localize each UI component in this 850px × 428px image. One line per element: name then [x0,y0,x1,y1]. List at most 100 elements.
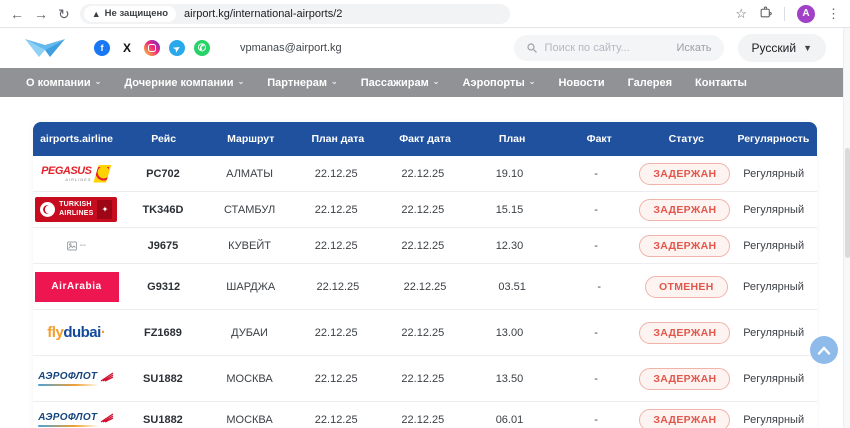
broken-image-placeholder: -- [66,240,86,252]
main-navigation: О компании ⌄ Дочерние компании ⌄ Партнер… [0,68,850,97]
plan-date: 22.12.25 [293,240,380,252]
whatsapp-icon[interactable]: ✆ [194,40,210,56]
nav-item-passengers[interactable]: Пассажирам ⌄ [361,77,440,89]
security-badge-label: Не защищено [105,8,168,19]
status-badge: ЗАДЕРЖАН [639,235,730,257]
status-badge: ЗАДЕРЖАН [639,199,730,221]
scrollbar-thumb[interactable] [845,148,850,258]
status-cell: ЗАДЕРЖАН [639,409,730,428]
aeroflot-wing-icon [100,372,114,382]
chevron-down-icon: ⌄ [529,77,536,86]
table-row: АЭРОФЛОТ SU1882 МОСКВА 22.12.25 22.12.25… [33,402,817,428]
fact-date: 22.12.25 [380,327,467,339]
regularity: Регулярный [730,240,817,252]
language-selector[interactable]: Русский ▼ [738,34,826,62]
telegram-icon[interactable]: ➤ [169,40,185,56]
refresh-icon[interactable]: ↻ [58,7,70,21]
aeroflot-logo: АЭРОФЛОТ [38,371,114,386]
nav-item-contacts[interactable]: Контакты [695,77,747,89]
fact-time: - [553,414,640,426]
chevron-down-icon: ⌄ [433,77,440,86]
fact-date: 22.12.25 [380,414,467,426]
table-row: AirArabia G9312 ШАРДЖА 22.12.25 22.12.25… [33,264,817,310]
nav-item-news[interactable]: Новости [558,77,604,89]
flight-number: TK346D [120,204,207,216]
flight-number: G9312 [120,281,207,293]
table-row: PEGASUS AIRLINES PC702 АЛМАТЫ 22.12.25 2… [33,156,817,192]
status-badge: ОТМЕНЕН [645,276,728,298]
search-submit-button[interactable]: Искать [676,42,711,54]
plan-date: 22.12.25 [293,327,380,339]
airport-logo[interactable] [24,37,66,59]
chevron-down-icon: ⌄ [238,77,245,86]
flight-number: SU1882 [120,414,207,426]
route: МОСКВА [206,373,293,385]
status-cell: ЗАДЕРЖАН [639,199,730,221]
plan-time: 03.51 [469,281,556,293]
forward-icon[interactable]: → [34,7,48,21]
status-badge: ЗАДЕРЖАН [639,163,730,185]
regularity: Регулярный [730,168,817,180]
x-twitter-icon[interactable]: X [119,40,135,56]
nav-item-gallery[interactable]: Галерея [628,77,672,89]
chevron-up-icon [817,346,831,355]
plan-time: 19.10 [466,168,553,180]
fact-time: - [553,240,640,252]
fact-time: - [553,168,640,180]
nav-item-airports[interactable]: Аэропорты ⌄ [462,77,535,89]
column-header-fact-date: Факт дата [381,133,468,145]
warning-icon: ▲ [92,9,101,19]
plan-date: 22.12.25 [293,414,380,426]
social-links: f X ➤ ✆ [94,40,210,56]
flight-number: SU1882 [120,373,207,385]
instagram-icon[interactable] [144,40,160,56]
fact-date: 22.12.25 [380,168,467,180]
url-text: airport.kg/international-airports/2 [184,8,342,20]
chevron-down-icon: ⌄ [331,77,338,86]
route: МОСКВА [206,414,293,426]
airline-logo-cell: PEGASUS AIRLINES [33,165,120,183]
column-header-regularity: Регулярность [730,133,817,145]
column-header-flight: Рейс [120,133,207,145]
airline-logo-cell: АЭРОФЛОТ [33,412,120,427]
route: КУВЕЙТ [206,240,293,252]
airline-logo-cell: -- [33,240,120,252]
plan-date: 22.12.25 [293,168,380,180]
column-header-route: Маршрут [207,133,294,145]
nav-item-subsidiaries[interactable]: Дочерние компании ⌄ [124,77,244,89]
regularity: Регулярный [730,204,817,216]
profile-avatar[interactable]: A [797,5,815,23]
flights-table: airports.airline Рейс Маршрут План дата … [33,122,817,428]
table-row: -- J9675 КУВЕЙТ 22.12.25 22.12.25 12.30 … [33,228,817,264]
fact-date: 22.12.25 [380,204,467,216]
star-emblem-icon: ✦ [97,200,112,219]
security-badge[interactable]: ▲ Не защищено [84,6,176,22]
regularity: Регулярный [730,373,817,385]
browser-menu-icon[interactable]: ⋮ [827,7,840,20]
scroll-to-top-button[interactable] [810,336,838,364]
fact-date: 22.12.25 [380,373,467,385]
turkish-airlines-logo: TURKISH AIRLINES ✦ [35,197,117,222]
facebook-icon[interactable]: f [94,40,110,56]
regularity: Регулярный [730,327,817,339]
plan-date: 22.12.25 [293,373,380,385]
fact-date: 22.12.25 [381,281,468,293]
flight-number: PC702 [120,168,207,180]
column-header-plan-date: План дата [294,133,381,145]
extensions-icon[interactable] [759,6,772,21]
scrollbar[interactable] [843,28,850,428]
contact-email[interactable]: vpmanas@airport.kg [240,42,342,54]
search-input[interactable] [545,42,670,54]
back-icon[interactable]: ← [10,7,24,21]
plan-date: 22.12.25 [293,204,380,216]
search-icon [526,42,538,54]
address-bar[interactable]: ▲ Не защищено airport.kg/international-a… [80,4,510,24]
fact-time: - [553,373,640,385]
plan-time: 12.30 [466,240,553,252]
column-header-status: Статус [643,133,730,145]
nav-item-about[interactable]: О компании ⌄ [26,77,101,89]
nav-item-partners[interactable]: Партнерам ⌄ [267,77,337,89]
bookmark-star-icon[interactable]: ☆ [735,7,747,20]
status-cell: ЗАДЕРЖАН [639,368,730,390]
status-badge: ЗАДЕРЖАН [639,409,730,428]
